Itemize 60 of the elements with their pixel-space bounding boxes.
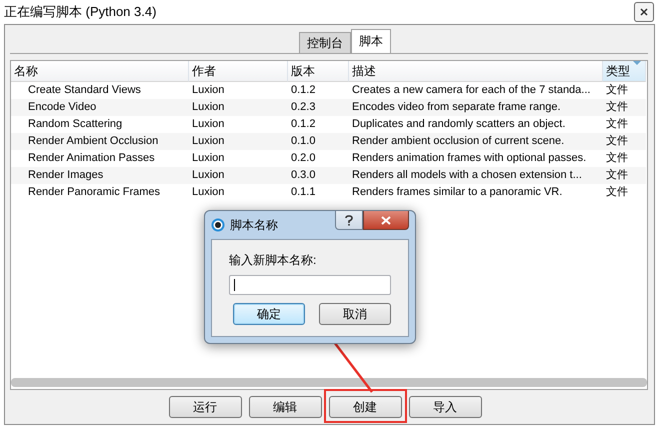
table-cell-text: Luxion [191,151,226,166]
action-button[interactable]: 创建 [328,396,402,418]
help-icon [345,214,353,226]
table-cell: Encodes video from separate frame range. [349,99,603,116]
table-cell: Luxion [189,133,288,150]
dialog-title: 脚本名称 [230,216,278,234]
table-cell-text: 0.1.2 [290,83,316,98]
column-header[interactable]: 描述 [349,61,603,82]
table-cell-text: 文件 [605,184,629,200]
action-button[interactable]: 编辑 [248,396,322,418]
table-cell-text: 文件 [605,82,629,98]
close-icon [381,216,391,224]
table-cell: Render ambient occlusion of current scene. [349,133,603,150]
table-cell: 文件 [603,167,646,184]
table-cell-text: 0.1.1 [290,185,316,200]
table-cell-text: Creates a new camera for each of the 7 standa... [351,83,592,98]
table-cell: Luxion [189,167,288,184]
name-input-field[interactable] [229,275,391,295]
table-cell: 0.1.0 [288,133,349,150]
table-cell-text: Luxion [191,117,226,132]
table-cell-text: Duplicates and randomly scatters an object. [351,117,566,132]
table-cell: Renders all models with a chosen extension t... [349,167,603,184]
prompt-label: 输入新脚本名称: [229,252,318,269]
table-cell-text: Random Scattering [27,117,124,132]
column-header[interactable]: 名称 [11,61,189,82]
table-cell-text: Render Panoramic Frames [27,185,162,200]
table-cell-text: Luxion [191,83,226,98]
table-cell-text: Render Animation Passes [27,151,156,166]
horizontal-scrollbar[interactable] [11,378,647,387]
app-logo-icon [211,218,225,232]
action-button[interactable]: 运行 [168,396,242,418]
close-button[interactable] [634,2,654,22]
table-cell-text: Renders frames similar to a panoramic VR. [351,185,564,200]
column-header[interactable]: 作者 [189,61,288,82]
table-cell-text: 文件 [605,116,629,132]
dialog-button[interactable]: 确定 [233,303,305,325]
table-cell: 文件 [603,99,646,116]
tab[interactable]: 脚本 [351,29,391,53]
table-cell-text: Renders animation frames with optional passes. [351,151,588,166]
table-cell: Render Images [11,167,189,184]
table-cell: Render Ambient Occlusion [11,133,189,150]
table-cell: Luxion [189,99,288,116]
table-cell: 0.2.3 [288,99,349,116]
table-cell-text: Luxion [191,185,226,200]
table-cell-text: 0.1.2 [290,117,316,132]
table-cell: 0.3.0 [288,167,349,184]
close-icon [640,8,648,16]
help-button[interactable] [335,211,363,230]
dialog-button[interactable]: 取消 [319,303,391,325]
table-cell-text: 文件 [605,150,629,166]
column-header[interactable]: 类型 [603,61,646,82]
table-cell-text: 0.2.0 [290,151,316,166]
close-button[interactable] [363,211,409,230]
tab[interactable]: 控制台 [299,32,351,53]
table-cell: Encode Video [11,99,189,116]
window-title: 正在编写脚本 (Python 3.4) [4,3,156,21]
column-header[interactable]: 版本 [288,61,349,82]
action-button[interactable]: 导入 [408,396,482,418]
table-cell: 文件 [603,133,646,150]
table-cell-text: Create Standard Views [27,83,142,98]
